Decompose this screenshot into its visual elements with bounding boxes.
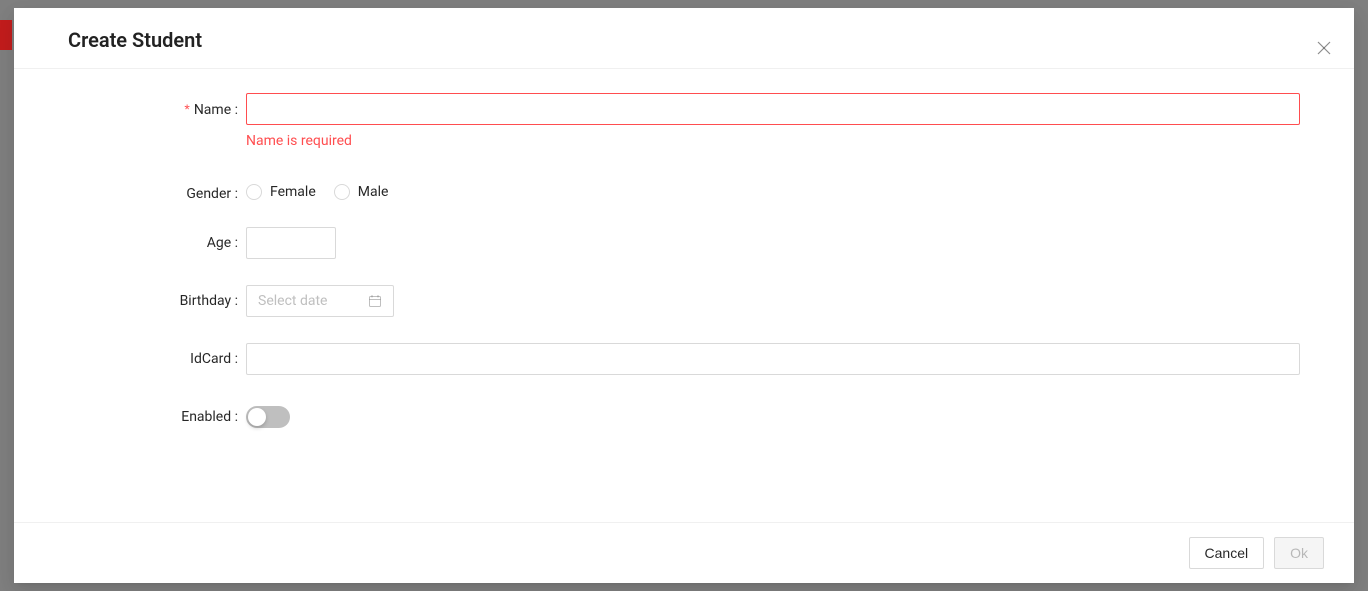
name-label: *Name :	[68, 93, 246, 121]
name-error-message: Name is required	[246, 131, 1300, 152]
create-student-modal: Create Student *Name : Name is required …	[14, 8, 1354, 583]
modal-body: *Name : Name is required Gender : Female	[14, 69, 1354, 522]
radio-icon	[334, 184, 350, 200]
form-row-birthday: Birthday : Select date	[68, 285, 1300, 317]
birthday-label: Birthday :	[68, 285, 246, 312]
gender-radio-male[interactable]: Male	[334, 184, 389, 200]
close-button[interactable]	[1312, 36, 1336, 60]
enabled-label: Enabled :	[68, 401, 246, 428]
close-icon	[1317, 41, 1331, 55]
idcard-input[interactable]	[246, 343, 1300, 375]
name-input[interactable]	[246, 93, 1300, 125]
gender-label: Gender :	[68, 178, 246, 205]
form-row-idcard: IdCard :	[68, 343, 1300, 375]
calendar-icon	[368, 294, 382, 308]
gender-radio-group: Female Male	[246, 178, 1300, 200]
form-row-age: Age :	[68, 227, 1300, 259]
form-row-enabled: Enabled :	[68, 401, 1300, 432]
datepicker-placeholder: Select date	[258, 293, 327, 309]
modal-footer: Cancel Ok	[14, 522, 1354, 583]
form-row-name: *Name : Name is required	[68, 93, 1300, 152]
required-mark-icon: *	[184, 101, 189, 117]
birthday-datepicker[interactable]: Select date	[246, 285, 394, 317]
background-accent	[0, 20, 12, 50]
ok-button[interactable]: Ok	[1274, 537, 1324, 569]
switch-handle-icon	[248, 408, 266, 426]
radio-icon	[246, 184, 262, 200]
cancel-button[interactable]: Cancel	[1189, 537, 1265, 569]
form-row-gender: Gender : Female Male	[68, 178, 1300, 205]
gender-radio-female[interactable]: Female	[246, 184, 316, 200]
age-label: Age :	[68, 227, 246, 254]
enabled-switch[interactable]	[246, 406, 290, 428]
age-input[interactable]	[246, 227, 336, 259]
modal-title: Create Student	[68, 28, 1300, 52]
modal-header: Create Student	[14, 8, 1354, 69]
idcard-label: IdCard :	[68, 343, 246, 370]
